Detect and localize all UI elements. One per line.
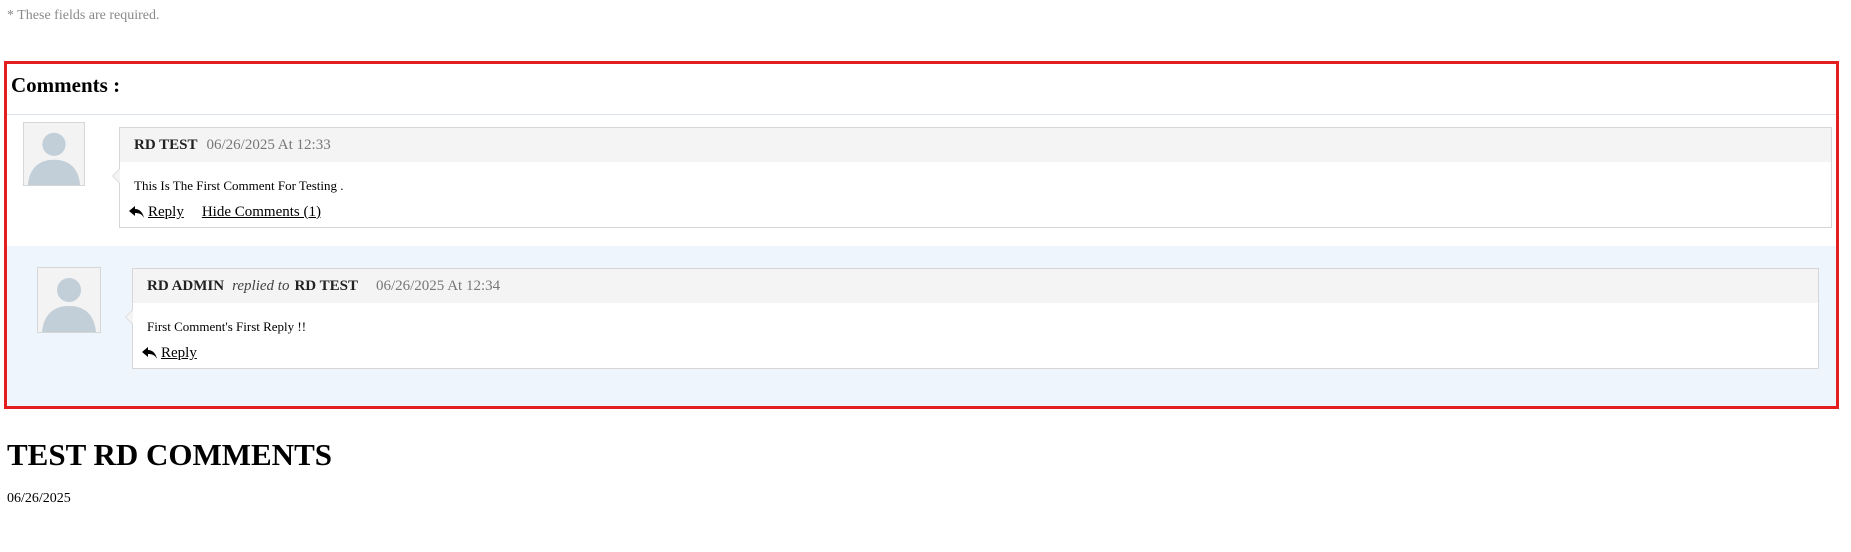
comment-text: This Is The First Comment For Testing . — [134, 178, 344, 193]
comments-divider — [7, 114, 1836, 115]
reply-button[interactable]: Reply — [142, 345, 197, 362]
reply-header: RD ADMIN replied to RD TEST 06/26/2025 A… — [133, 269, 1818, 303]
comment-avatar — [23, 122, 85, 186]
user-silhouette-icon — [38, 268, 100, 332]
post-date: 06/26/2025 — [7, 491, 71, 506]
replied-to-author[interactable]: RD TEST — [294, 278, 358, 295]
reply-label: Reply — [161, 345, 197, 361]
user-silhouette-icon — [24, 123, 84, 185]
comment-date: 06/26/2025 At 12:33 — [206, 136, 331, 153]
required-fields-note: * These fields are required. — [7, 8, 160, 23]
page: * These fields are required. Comments : … — [0, 0, 1851, 552]
hide-comments-link[interactable]: Hide Comments (1) — [202, 204, 321, 221]
comment-actions: Reply Hide Comments (1) — [120, 196, 1831, 221]
comment-header: RD TEST 06/26/2025 At 12:33 — [120, 128, 1831, 162]
reply-actions: Reply — [133, 337, 1818, 362]
reply-label: Reply — [148, 204, 184, 220]
comment-author[interactable]: RD TEST — [134, 137, 198, 154]
reply-author[interactable]: RD ADMIN — [147, 278, 224, 295]
reply-text: First Comment's First Reply !! — [147, 319, 307, 334]
reply-avatar — [37, 267, 101, 333]
reply-date: 06/26/2025 At 12:34 — [375, 277, 501, 294]
comment-card: RD TEST 06/26/2025 At 12:33 This Is The … — [112, 127, 1832, 228]
replied-to-label: replied to — [232, 277, 290, 294]
reply-card: RD ADMIN replied to RD TEST 06/26/2025 A… — [125, 268, 1819, 369]
replies-container: RD ADMIN replied to RD TEST 06/26/2025 A… — [7, 246, 1836, 406]
comments-section: Comments : RD TEST 06/26/2025 At 12:33 T… — [4, 61, 1839, 409]
post-title: TEST RD COMMENTS — [7, 437, 332, 472]
reply-button[interactable]: Reply — [129, 204, 184, 221]
comments-heading: Comments : — [11, 73, 121, 97]
reply-arrow-icon — [129, 206, 144, 218]
reply-arrow-icon — [142, 347, 157, 359]
